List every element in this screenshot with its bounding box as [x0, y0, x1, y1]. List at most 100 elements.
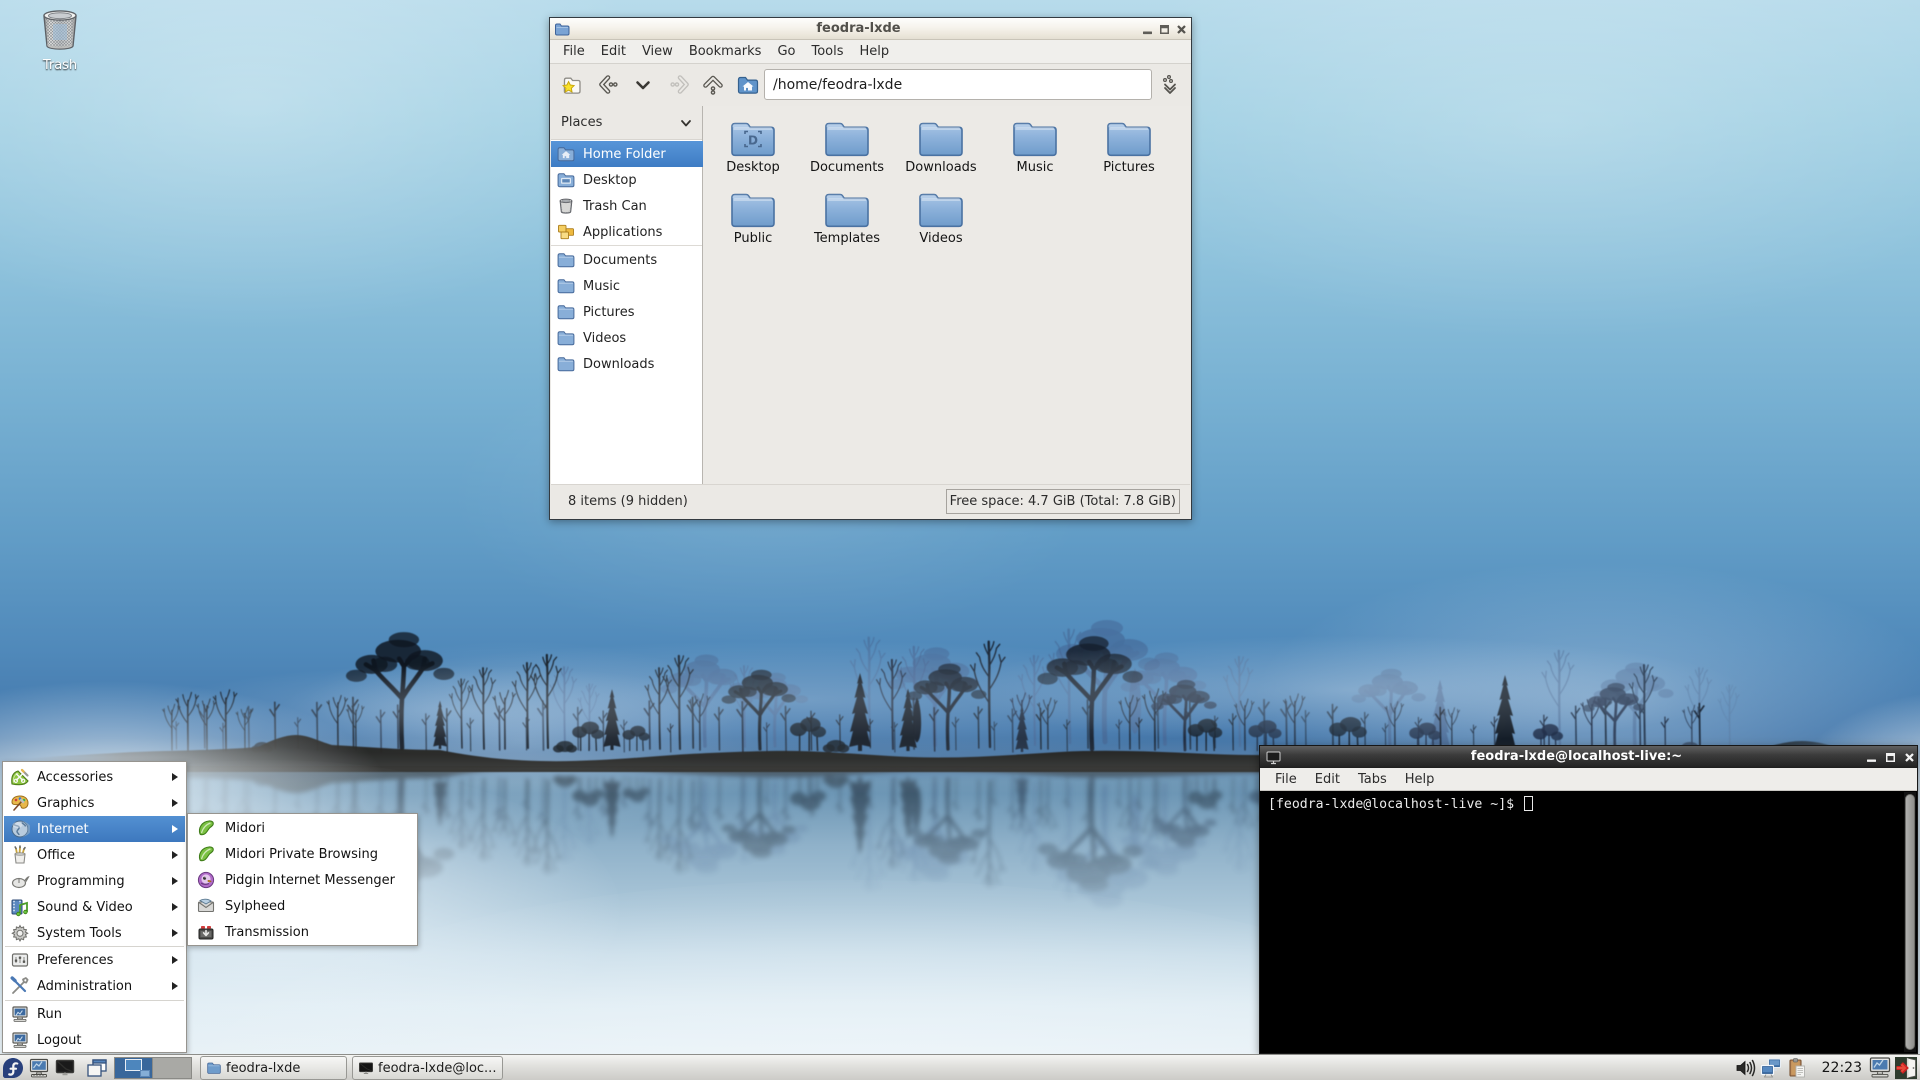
menu-item-internet[interactable]: Internet	[4, 816, 185, 842]
forward-button[interactable]	[664, 69, 694, 101]
display-off-button[interactable]	[52, 1055, 78, 1080]
fm-close-button[interactable]	[1175, 23, 1188, 36]
menu-item-accessories[interactable]: Accessories	[4, 764, 185, 790]
pager-desktop-2[interactable]	[153, 1058, 191, 1078]
fm-content-area: Places Home Folder Desktop Trash Can App…	[551, 106, 1190, 484]
taskbar-clock[interactable]: 22:23	[1822, 1060, 1862, 1076]
submenu-item-label: Transmission	[225, 924, 309, 940]
pager-desktop-1[interactable]	[115, 1058, 153, 1078]
menu-button[interactable]	[0, 1055, 26, 1080]
submenu-item-label: Midori Private Browsing	[225, 846, 379, 862]
submenu-arrow-icon	[172, 773, 178, 781]
file-label: Documents	[809, 160, 885, 175]
network-tray-icon[interactable]	[1758, 1055, 1784, 1080]
menu-item-label: Run	[37, 1006, 62, 1022]
submenu-item-midori-private[interactable]: Midori Private Browsing	[189, 841, 416, 867]
new-tab-button[interactable]	[557, 69, 587, 101]
iconify-all-button[interactable]	[84, 1055, 110, 1080]
menu-item-label: Sound & Video	[37, 899, 133, 915]
fm-menu-tools[interactable]: Tools	[803, 41, 851, 62]
sidebar-item-home-folder[interactable]: Home Folder	[551, 141, 703, 167]
terminal-scrollbar-thumb[interactable]	[1905, 794, 1915, 1050]
clipboard-tray-icon[interactable]	[1784, 1055, 1810, 1080]
menu-item-logout[interactable]: Logout	[4, 1027, 185, 1053]
terminal-titlebar[interactable]: feodra-lxde@localhost-live:~	[1260, 746, 1917, 768]
fm-titlebar[interactable]: feodra-lxde	[550, 18, 1191, 40]
file-label: Pictures	[1103, 160, 1155, 175]
fm-menu-file[interactable]: File	[555, 41, 593, 62]
file-manager-window: feodra-lxde File Edit View Bookmarks Go …	[549, 17, 1192, 520]
submenu-item-midori[interactable]: Midori	[189, 815, 416, 841]
display-tray-icon[interactable]	[1867, 1055, 1893, 1080]
folder-small-icon	[207, 1062, 221, 1074]
menu-item-preferences[interactable]: Preferences	[4, 947, 185, 973]
terminal-scrollbar[interactable]	[1904, 792, 1916, 1052]
terminal-menu-help[interactable]: Help	[1396, 769, 1444, 790]
submenu-item-transmission[interactable]: Transmission	[189, 919, 416, 945]
sidebar-item-music[interactable]: Music	[551, 273, 703, 299]
terminal-screen[interactable]: [feodra-lxde@localhost-live ~]$	[1261, 792, 1904, 1052]
menu-item-administration[interactable]: Administration	[4, 973, 185, 999]
sidebar-item-pictures[interactable]: Pictures	[551, 299, 703, 325]
submenu-arrow-icon	[172, 903, 178, 911]
up-button[interactable]	[698, 69, 728, 101]
terminal-maximize-button[interactable]	[1884, 751, 1897, 764]
fm-menubar: File Edit View Bookmarks Go Tools Help	[550, 40, 1191, 64]
terminal-close-button[interactable]	[1903, 751, 1916, 764]
file-icon-public[interactable]: Public	[710, 188, 796, 246]
file-icon-music[interactable]: Music	[992, 117, 1078, 175]
side-pane-mode-selector[interactable]: Places	[551, 106, 702, 140]
trash-label: Trash	[42, 58, 78, 73]
sidebar-item-documents[interactable]: Documents	[551, 247, 703, 273]
fm-maximize-button[interactable]	[1158, 23, 1171, 36]
jump-button[interactable]	[1155, 69, 1185, 101]
sidebar-item-downloads[interactable]: Downloads	[551, 351, 703, 377]
sidebar-item-trash-can[interactable]: Trash Can	[551, 193, 703, 219]
terminal-menu-file[interactable]: File	[1266, 769, 1306, 790]
desktop-icon-trash[interactable]: Trash	[22, 6, 98, 73]
desktop-settings-button[interactable]	[26, 1055, 52, 1080]
menu-item-sound-video[interactable]: Sound & Video	[4, 894, 185, 920]
fm-icon-view[interactable]: D Desktop Documents Downloads Music Pict…	[703, 106, 1190, 484]
sidebar-item-applications[interactable]: Applications	[551, 219, 703, 245]
fm-menu-bookmarks[interactable]: Bookmarks	[681, 41, 770, 62]
fm-menu-help[interactable]: Help	[852, 41, 898, 62]
fm-menu-go[interactable]: Go	[769, 41, 803, 62]
fm-minimize-button[interactable]	[1141, 23, 1154, 36]
task-button-terminal[interactable]: feodra-lxde@loc...	[352, 1056, 503, 1080]
fm-menu-view[interactable]: View	[634, 41, 681, 62]
sidebar-item-videos[interactable]: Videos	[551, 325, 703, 351]
volume-tray-icon[interactable]	[1732, 1055, 1758, 1080]
task-button-file-manager[interactable]: feodra-lxde	[200, 1056, 347, 1080]
menu-item-system-tools[interactable]: System Tools	[4, 920, 185, 946]
folder-icon	[557, 331, 575, 346]
terminal-menu-tabs[interactable]: Tabs	[1349, 769, 1396, 790]
terminal-small-icon	[359, 1062, 373, 1074]
file-icon-downloads[interactable]: Downloads	[898, 117, 984, 175]
terminal-minimize-button[interactable]	[1865, 751, 1878, 764]
file-icon-documents[interactable]: Documents	[804, 117, 890, 175]
window-buttons	[1865, 746, 1916, 768]
submenu-item-pidgin[interactable]: Pidgin Internet Messenger	[189, 867, 416, 893]
clipboard-icon	[1789, 1058, 1805, 1078]
sidebar-item-desktop[interactable]: Desktop	[551, 167, 703, 193]
file-icon-videos[interactable]: Videos	[898, 188, 984, 246]
back-button[interactable]	[594, 69, 624, 101]
logout-tray-icon[interactable]	[1893, 1055, 1919, 1080]
fm-menu-edit[interactable]: Edit	[593, 41, 634, 62]
menu-item-run[interactable]: Run	[4, 1001, 185, 1027]
file-icon-templates[interactable]: Templates	[804, 188, 890, 246]
sidebar-item-label: Videos	[583, 330, 627, 346]
menu-item-programming[interactable]: Programming	[4, 868, 185, 894]
menu-item-graphics[interactable]: Graphics	[4, 790, 185, 816]
item-count: 8 items (9 hidden)	[568, 494, 688, 509]
workspace-pager[interactable]	[114, 1057, 192, 1079]
submenu-item-sylpheed[interactable]: Sylpheed	[189, 893, 416, 919]
menu-item-office[interactable]: Office	[4, 842, 185, 868]
file-icon-desktop[interactable]: D Desktop	[710, 117, 796, 175]
home-button[interactable]	[733, 69, 763, 101]
terminal-menu-edit[interactable]: Edit	[1306, 769, 1349, 790]
file-icon-pictures[interactable]: Pictures	[1086, 117, 1172, 175]
path-input[interactable]: /home/feodra-lxde	[764, 69, 1152, 100]
history-dropdown-button[interactable]	[628, 69, 658, 101]
